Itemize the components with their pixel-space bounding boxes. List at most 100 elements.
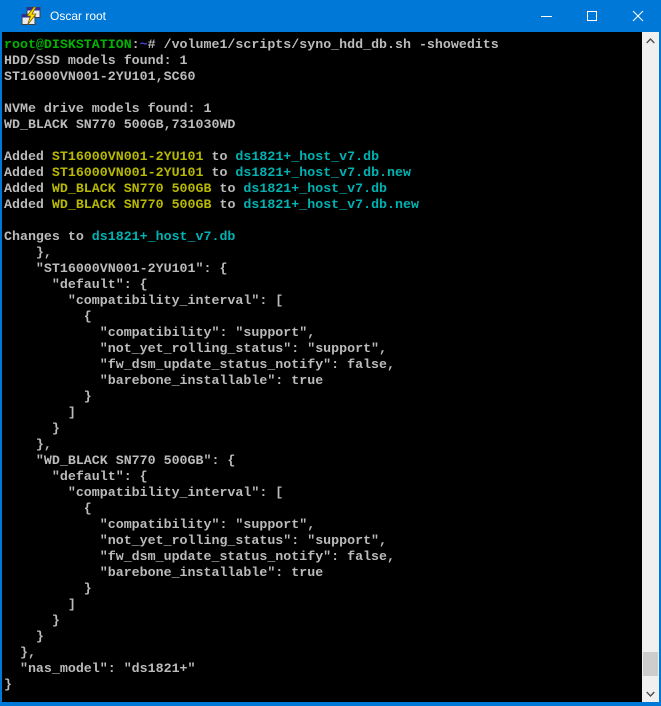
terminal-text-segment: "compatibility_interval": [ <box>4 485 283 500</box>
terminal-text-segment: WD_BLACK SN770 500GB <box>52 181 212 196</box>
terminal-text-segment: Added <box>4 149 52 164</box>
terminal-text-segment: "compatibility": "support", <box>4 517 315 532</box>
terminal-text-segment: "not_yet_rolling_status": "support", <box>4 533 387 548</box>
terminal-text-segment: }, <box>4 645 36 660</box>
terminal-line <box>4 85 642 101</box>
scroll-down-button[interactable] <box>642 685 659 702</box>
terminal-line: "barebone_installable": true <box>4 373 642 389</box>
terminal-text-segment: } <box>4 677 12 692</box>
terminal-text-segment: Changes to <box>4 229 92 244</box>
terminal-line: } <box>4 581 642 597</box>
terminal-text-segment: "ST16000VN001-2YU101": { <box>4 261 227 276</box>
terminal-text-segment: "default": { <box>4 277 148 292</box>
putty-window: Oscar root root@DISKSTATION:~# /volume1/… <box>0 0 661 706</box>
terminal-text-segment: HDD/SSD models found: 1 <box>4 53 188 68</box>
terminal-line: Added WD_BLACK SN770 500GB to ds1821+_ho… <box>4 181 642 197</box>
terminal-line: "WD_BLACK SN770 500GB": { <box>4 453 642 469</box>
terminal-text-segment: Added <box>4 165 52 180</box>
terminal-text-segment: } <box>4 581 92 596</box>
terminal-text-segment: : <box>132 37 140 52</box>
scroll-up-button[interactable] <box>642 32 659 49</box>
terminal-line: "default": { <box>4 277 642 293</box>
terminal-text-segment: root@DISKSTATION <box>4 37 132 52</box>
chevron-down-icon <box>646 691 655 697</box>
terminal-text-segment: } <box>4 389 92 404</box>
terminal-text-segment: Added <box>4 197 52 212</box>
terminal-line: "compatibility": "support", <box>4 325 642 341</box>
terminal-line: "barebone_installable": true <box>4 565 642 581</box>
terminal-text-segment: "compatibility_interval": [ <box>4 293 283 308</box>
terminal-text-segment: to <box>211 181 243 196</box>
terminal-line <box>4 133 642 149</box>
terminal-text-segment: { <box>4 501 92 516</box>
putty-icon[interactable] <box>21 6 41 26</box>
terminal-line: } <box>4 629 642 645</box>
terminal-text-segment: ~ <box>140 37 148 52</box>
caption-buttons <box>523 0 661 32</box>
terminal-text-segment: # /volume1/scripts/syno_hdd_db.sh -showe… <box>148 37 499 52</box>
terminal-line: Added WD_BLACK SN770 500GB to ds1821+_ho… <box>4 197 642 213</box>
scrollbar-thumb[interactable] <box>643 652 658 676</box>
terminal-line <box>4 213 642 229</box>
terminal-text-segment: ] <box>4 597 76 612</box>
terminal-line: } <box>4 677 642 693</box>
window-title: Oscar root <box>50 9 106 23</box>
minimize-button[interactable] <box>523 0 569 32</box>
terminal-text-segment: "fw_dsm_update_status_notify": false, <box>4 357 395 372</box>
terminal-line: }, <box>4 245 642 261</box>
terminal-line: } <box>4 421 642 437</box>
scrollbar[interactable] <box>642 32 659 702</box>
terminal-text-segment: to <box>204 165 236 180</box>
terminal-line: WD_BLACK SN770 500GB,731030WD <box>4 117 642 133</box>
terminal-line: Added ST16000VN001-2YU101 to ds1821+_hos… <box>4 149 642 165</box>
terminal-line: root@DISKSTATION:~# /volume1/scripts/syn… <box>4 37 642 53</box>
terminal-text-segment: "fw_dsm_update_status_notify": false, <box>4 549 395 564</box>
terminal-text-segment: "barebone_installable": true <box>4 565 323 580</box>
minimize-icon <box>541 16 552 17</box>
terminal-line: }, <box>4 645 642 661</box>
terminal-text-segment: ST16000VN001-2YU101 <box>52 149 204 164</box>
terminal-line: Changes to ds1821+_host_v7.db <box>4 229 642 245</box>
terminal-text-segment: ] <box>4 405 76 420</box>
terminal-text-segment: ds1821+_host_v7.db <box>243 181 387 196</box>
terminal-line: { <box>4 309 642 325</box>
terminal-line: }, <box>4 437 642 453</box>
terminal-line: "fw_dsm_update_status_notify": false, <box>4 357 642 373</box>
chevron-up-icon <box>646 38 655 44</box>
terminal-text-segment: { <box>4 309 92 324</box>
terminal-line: Added ST16000VN001-2YU101 to ds1821+_hos… <box>4 165 642 181</box>
terminal-text-segment: ST16000VN001-2YU101,SC60 <box>4 69 196 84</box>
terminal-line: NVMe drive models found: 1 <box>4 101 642 117</box>
terminal-text-segment: ds1821+_host_v7.db.new <box>243 197 419 212</box>
terminal-text-segment: "not_yet_rolling_status": "support", <box>4 341 387 356</box>
window-content: root@DISKSTATION:~# /volume1/scripts/syn… <box>0 32 661 704</box>
terminal-line: "not_yet_rolling_status": "support", <box>4 341 642 357</box>
terminal-text-segment: }, <box>4 245 52 260</box>
terminal-text-segment: WD_BLACK SN770 500GB,731030WD <box>4 117 235 132</box>
terminal-text-segment: WD_BLACK SN770 500GB <box>52 197 212 212</box>
terminal-line: "nas_model": "ds1821+" <box>4 661 642 677</box>
terminal-text-segment: to <box>204 149 236 164</box>
terminal-line: { <box>4 501 642 517</box>
terminal-line: ] <box>4 405 642 421</box>
maximize-button[interactable] <box>569 0 615 32</box>
terminal-line: "compatibility": "support", <box>4 517 642 533</box>
terminal-line: "compatibility_interval": [ <box>4 293 642 309</box>
close-button[interactable] <box>615 0 661 32</box>
terminal-text-segment: to <box>211 197 243 212</box>
terminal-line: "not_yet_rolling_status": "support", <box>4 533 642 549</box>
terminal-line: "fw_dsm_update_status_notify": false, <box>4 549 642 565</box>
terminal-line: } <box>4 389 642 405</box>
terminal-line: "ST16000VN001-2YU101": { <box>4 261 642 277</box>
terminal-text-segment: ds1821+_host_v7.db.new <box>235 165 411 180</box>
terminal-text-segment: "nas_model": "ds1821+" <box>4 661 196 676</box>
terminal-text-segment: "default": { <box>4 469 148 484</box>
terminal-text-segment: Added <box>4 181 52 196</box>
title-bar[interactable]: Oscar root <box>0 0 661 32</box>
terminal-text-segment: "compatibility": "support", <box>4 325 315 340</box>
terminal-text-segment: ds1821+_host_v7.db <box>92 229 236 244</box>
terminal-text-segment: }, <box>4 437 52 452</box>
terminal-text-segment: } <box>4 421 60 436</box>
terminal-text-segment: } <box>4 629 44 644</box>
terminal-output[interactable]: root@DISKSTATION:~# /volume1/scripts/syn… <box>2 32 642 702</box>
